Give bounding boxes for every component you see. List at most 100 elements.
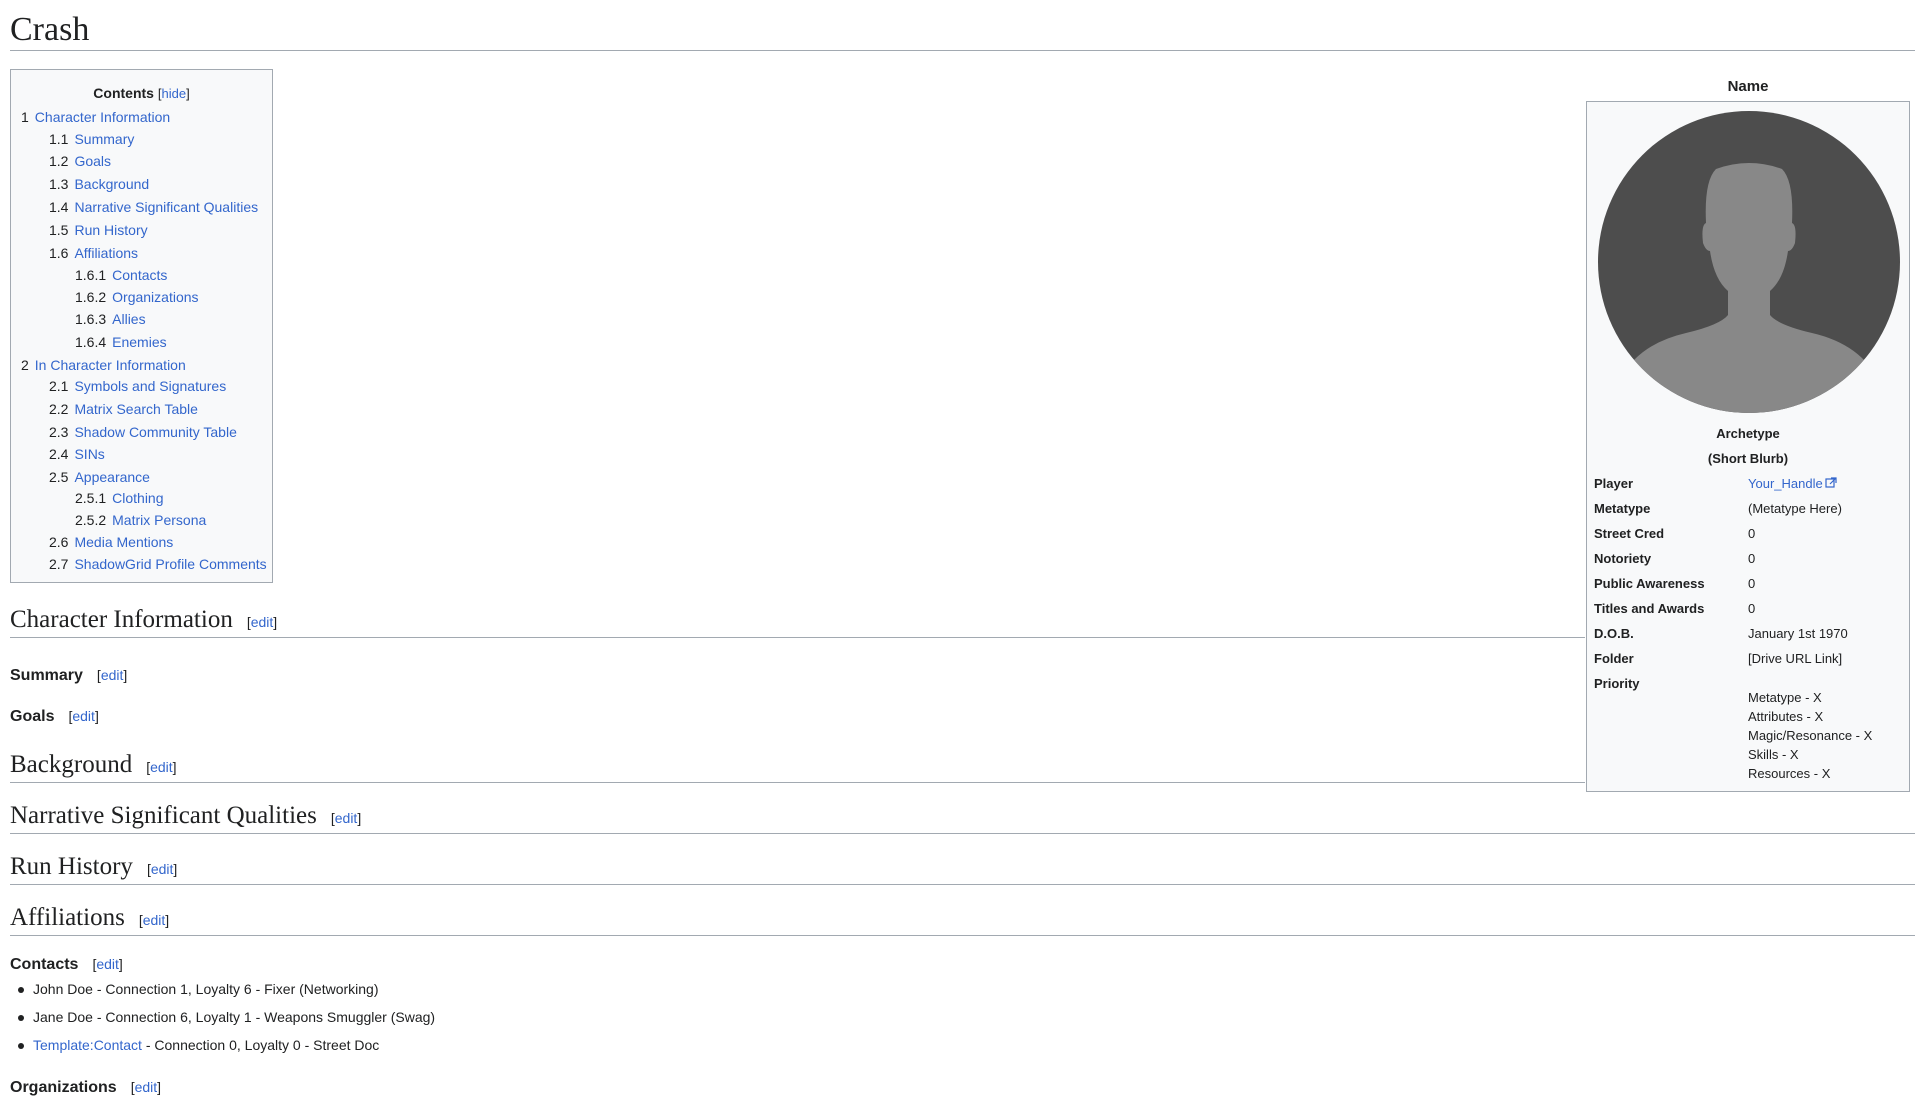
toc-item[interactable]: 2.5.1 Clothing — [75, 489, 164, 507]
edit-link[interactable]: edit — [101, 667, 124, 683]
toc-item-link[interactable]: Matrix Persona — [112, 512, 206, 528]
row-label: Titles and Awards — [1594, 601, 1705, 616]
row-label: Priority — [1594, 676, 1640, 691]
toc-item-link[interactable]: Enemies — [112, 334, 166, 350]
toc-item-number: 2.2 — [49, 401, 69, 417]
toc-item[interactable]: 1.1 Summary — [49, 130, 134, 148]
row-label: Metatype — [1594, 501, 1651, 516]
player-value[interactable]: Your_Handle — [1748, 474, 1837, 494]
priority-list: Metatype - X Attributes - X Magic/Resona… — [1748, 688, 1872, 783]
toc-item-link[interactable]: Character Information — [35, 109, 170, 125]
toc-item-link[interactable]: Appearance — [74, 469, 150, 485]
edit-section-background[interactable]: [edit] — [146, 759, 176, 775]
edit-link[interactable]: edit — [72, 708, 95, 724]
edit-section-summary[interactable]: [edit] — [97, 667, 127, 683]
edit-section-affiliations[interactable]: [edit] — [139, 912, 169, 928]
toc-item-link[interactable]: Goals — [74, 153, 111, 169]
external-link-icon — [1825, 477, 1837, 488]
toc-item-number: 1.3 — [49, 176, 69, 192]
edit-link[interactable]: edit — [151, 861, 174, 877]
row-dob: D.O.B. January 1st 1970 — [1594, 624, 1904, 644]
edit-section-goals[interactable]: [edit] — [68, 708, 98, 724]
contact-text: John Doe - Connection 1, Loyalty 6 - Fix… — [33, 981, 379, 997]
toc-item[interactable]: 2.1 Symbols and Signatures — [49, 377, 226, 395]
heading-text: Run History — [10, 853, 133, 880]
toc-item[interactable]: 1.6.3 Allies — [75, 310, 146, 328]
priority-item: Skills - X — [1748, 747, 1799, 762]
toc-item[interactable]: 2.5 Appearance — [49, 468, 150, 486]
toc-item[interactable]: 1.6 Affiliations — [49, 244, 138, 262]
toc-item[interactable]: 2.5.2 Matrix Persona — [75, 511, 206, 529]
priority-item: Metatype - X — [1748, 690, 1822, 705]
list-item: Template:Contact - Connection 0, Loyalty… — [18, 1036, 435, 1064]
priority-item: Magic/Resonance - X — [1748, 728, 1873, 743]
toc-header: Contents [hide] — [11, 83, 272, 103]
toc-item-link[interactable]: Allies — [112, 311, 145, 327]
toc-item-number: 1.6.2 — [75, 289, 107, 305]
toc-item[interactable]: 1.5 Run History — [49, 221, 148, 239]
edit-section-narrative[interactable]: [edit] — [331, 810, 361, 826]
toc-item-link[interactable]: In Character Information — [35, 357, 186, 373]
avatar — [1598, 111, 1900, 413]
toc-item-number: 2.1 — [49, 378, 69, 394]
toc-item-link[interactable]: Run History — [74, 222, 147, 238]
toc-item-link[interactable]: Clothing — [112, 490, 163, 506]
edit-link[interactable]: edit — [335, 810, 358, 826]
edit-link[interactable]: edit — [251, 614, 274, 630]
toc-hide-link[interactable]: hide — [161, 86, 186, 101]
toc-item-link[interactable]: Symbols and Signatures — [74, 378, 226, 394]
player-link[interactable]: Your_Handle — [1748, 476, 1823, 491]
toc-item-link[interactable]: Background — [74, 176, 149, 192]
edit-section-run-history[interactable]: [edit] — [147, 861, 177, 877]
toc-item-number: 1.6.4 — [75, 334, 107, 350]
toc-item-link[interactable]: ShadowGrid Profile Comments — [74, 556, 266, 572]
toc-item-number: 1.1 — [49, 131, 69, 147]
toc-item-number: 2.5 — [49, 469, 69, 485]
toc-item[interactable]: 1.3 Background — [49, 175, 149, 193]
edit-section-character-information[interactable]: [edit] — [247, 614, 277, 630]
toc-item[interactable]: 2.2 Matrix Search Table — [49, 400, 198, 418]
toc-item[interactable]: 1.6.1 Contacts — [75, 266, 167, 284]
toc-item-link[interactable]: Narrative Significant Qualities — [74, 199, 258, 215]
toc-item-link[interactable]: SINs — [74, 446, 104, 462]
row-player: Player Your_Handle — [1594, 474, 1904, 494]
edit-section-organizations[interactable]: [edit] — [131, 1079, 161, 1095]
contacts-list: John Doe - Connection 1, Loyalty 6 - Fix… — [18, 980, 435, 1064]
toc-item-number: 1.5 — [49, 222, 69, 238]
row-label: D.O.B. — [1594, 626, 1634, 641]
edit-link[interactable]: edit — [143, 912, 166, 928]
toc-item[interactable]: 1.2 Goals — [49, 152, 111, 170]
toc-hide-toggle[interactable]: [hide] — [158, 86, 190, 101]
toc-item-link[interactable]: Media Mentions — [74, 534, 173, 550]
toc-item[interactable]: 1.6.2 Organizations — [75, 288, 199, 306]
template-contact-link[interactable]: Template:Contact — [33, 1037, 142, 1053]
toc-item-number: 2.5.1 — [75, 490, 107, 506]
toc-item-link[interactable]: Matrix Search Table — [74, 401, 197, 417]
edit-link[interactable]: edit — [96, 956, 119, 972]
heading-narrative-qualities: Narrative Significant Qualities [edit] — [10, 801, 1915, 834]
edit-link[interactable]: edit — [135, 1079, 158, 1095]
toc-item[interactable]: 2.4 SINs — [49, 445, 105, 463]
toc-item-link[interactable]: Contacts — [112, 267, 167, 283]
toc-item[interactable]: 2 In Character Information — [21, 356, 186, 374]
toc-item-number: 2.3 — [49, 424, 69, 440]
toc-item-link[interactable]: Summary — [74, 131, 134, 147]
toc-item[interactable]: 1.4 Narrative Significant Qualities — [49, 198, 258, 216]
row-value: (Metatype Here) — [1748, 501, 1842, 516]
toc-item[interactable]: 2.6 Media Mentions — [49, 533, 173, 551]
toc-item-link[interactable]: Shadow Community Table — [74, 424, 236, 440]
toc-item-link[interactable]: Organizations — [112, 289, 198, 305]
row-value: [Drive URL Link] — [1748, 651, 1843, 666]
toc-item[interactable]: 1.6.4 Enemies — [75, 333, 167, 351]
toc-item-number: 1.6 — [49, 245, 69, 261]
toc-item[interactable]: 1 Character Information — [21, 108, 170, 126]
toc-item[interactable]: 2.7 ShadowGrid Profile Comments — [49, 555, 267, 573]
edit-link[interactable]: edit — [150, 759, 173, 775]
toc-item[interactable]: 2.3 Shadow Community Table — [49, 423, 237, 441]
row-street-cred: Street Cred 0 — [1594, 524, 1904, 544]
row-label: Notoriety — [1594, 551, 1652, 566]
toc-item-number: 1.4 — [49, 199, 69, 215]
character-infobox: Archetype (Short Blurb) Player Your_Hand… — [1586, 101, 1910, 792]
toc-item-link[interactable]: Affiliations — [74, 245, 138, 261]
edit-section-contacts[interactable]: [edit] — [92, 956, 122, 972]
